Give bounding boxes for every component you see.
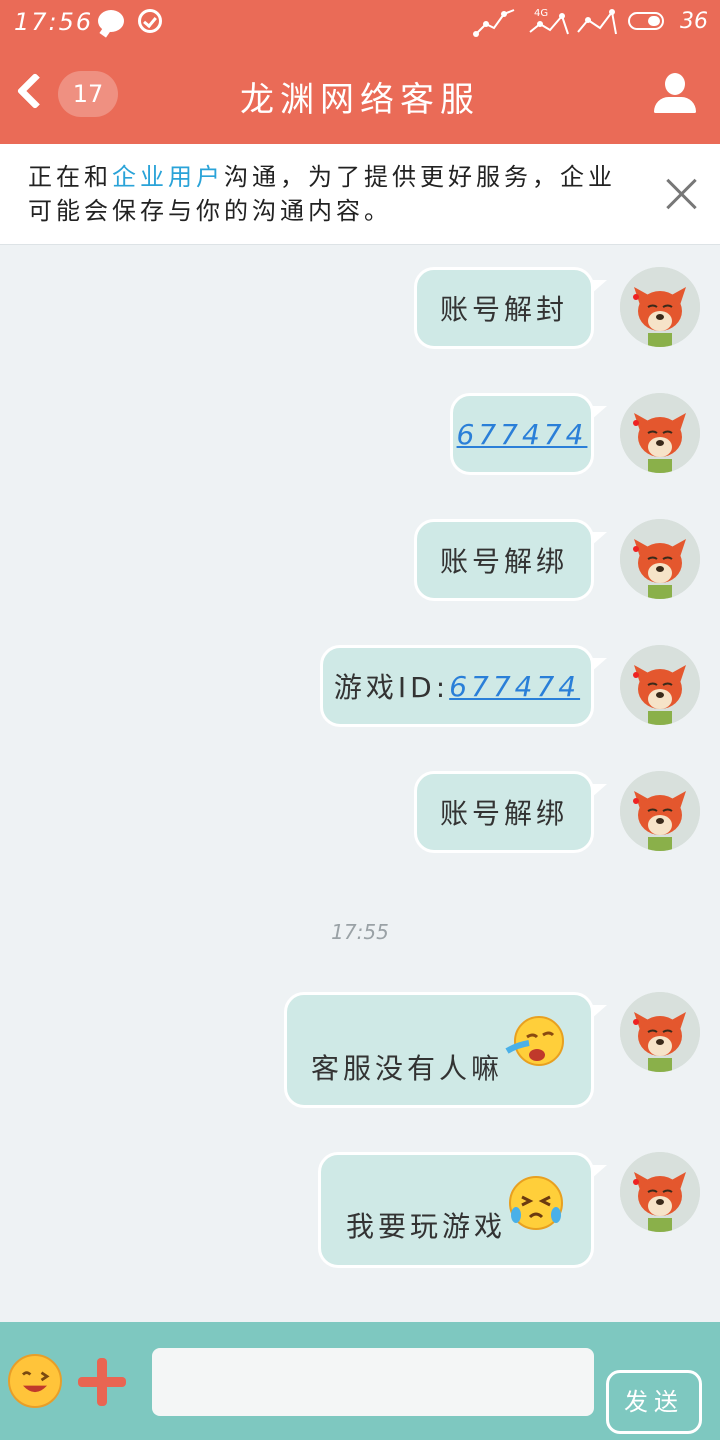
user-icon [665, 73, 685, 95]
chat-notification-icon [98, 10, 124, 32]
add-attachment-button[interactable] [78, 1358, 126, 1406]
send-button[interactable]: 发送 [606, 1370, 702, 1434]
enterprise-notice-banner: 正在和企业用户沟通，为了提供更好服务，企业可能会保存与你的沟通内容。 [0, 144, 720, 245]
message-bubble[interactable]: 游戏ID: 677474 [320, 645, 607, 727]
wifi-icon [577, 9, 617, 35]
battery-icon [628, 12, 664, 30]
message-link[interactable]: 677474 [449, 670, 580, 703]
notice-text: 正在和企业用户沟通，为了提供更好服务，企业可能会保存与你的沟通内容。 [28, 160, 638, 228]
status-bar: 17:56 4G 36 [0, 0, 720, 44]
signal-strength-icon [529, 13, 569, 35]
emoji-picker-button[interactable] [8, 1354, 62, 1408]
message-bubble[interactable]: 账号解绑 [414, 519, 607, 601]
check-circle-icon [138, 9, 162, 33]
unread-count-badge[interactable]: 17 [58, 71, 118, 117]
user-avatar[interactable] [620, 771, 700, 851]
message-text: 账号解绑 [439, 797, 568, 830]
user-avatar[interactable] [620, 1152, 700, 1232]
user-avatar[interactable] [620, 267, 700, 347]
message-label: 游戏ID: [333, 671, 450, 704]
message-text: 账号解封 [439, 293, 568, 326]
profile-button[interactable] [650, 69, 700, 119]
message-input-bar: 发送 [0, 1322, 720, 1440]
tearful-emoji-icon [509, 1176, 563, 1230]
message-text: 账号解绑 [439, 545, 568, 578]
user-avatar[interactable] [620, 992, 700, 1072]
message-text: 客服没有人嘛 [310, 1052, 503, 1085]
notice-prefix: 正在和 [28, 163, 112, 191]
user-avatar[interactable] [620, 645, 700, 725]
crying-emoji-icon [505, 1016, 564, 1066]
chat-header: 17 龙渊网络客服 [0, 44, 720, 144]
message-bubble[interactable]: 账号解绑 [414, 771, 607, 853]
message-bubble[interactable]: 我要玩游戏 [318, 1152, 607, 1268]
enterprise-user-link[interactable]: 企业用户 [112, 163, 224, 191]
message-bubble[interactable]: 账号解封 [414, 267, 607, 349]
user-avatar[interactable] [620, 393, 700, 473]
chevron-left-icon [16, 72, 54, 110]
message-input[interactable] [152, 1348, 594, 1416]
battery-level: 36 [680, 9, 708, 34]
message-bubble[interactable]: 客服没有人嘛 [284, 992, 607, 1108]
message-text: 我要玩游戏 [345, 1210, 506, 1243]
signal-icon [473, 9, 515, 37]
status-time: 17:56 [14, 8, 94, 36]
user-avatar[interactable] [620, 519, 700, 599]
message-bubble[interactable]: 677474 [450, 393, 607, 475]
chat-title: 龙渊网络客服 [240, 80, 480, 120]
close-notice-button[interactable] [660, 172, 704, 216]
user-icon-body [654, 97, 696, 113]
back-button[interactable] [8, 66, 58, 122]
message-timestamp: 17:55 [331, 920, 389, 944]
message-link[interactable]: 677474 [457, 418, 588, 451]
